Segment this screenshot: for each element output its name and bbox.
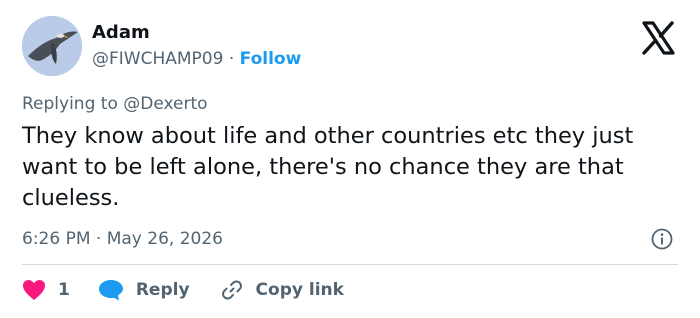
reply-label: Reply (135, 280, 190, 300)
author-handle-line: @FIWCHAMP09 · Follow (92, 49, 301, 69)
speech-bubble-icon (98, 280, 123, 301)
handle-separator: · (228, 49, 235, 69)
author-handle[interactable]: @FIWCHAMP09 (92, 49, 223, 69)
like-button[interactable]: 1 (22, 279, 70, 301)
tweet-text: They know about life and other countries… (22, 123, 634, 211)
heart-icon (23, 280, 45, 300)
reply-context: Replying to @Dexerto (22, 94, 208, 114)
author-name[interactable]: Adam (92, 22, 150, 43)
like-count: 1 (58, 280, 70, 300)
tweet-timestamp[interactable]: 6:26 PM · May 26, 2026 (22, 229, 223, 249)
avatar[interactable] (22, 16, 82, 76)
reply-button[interactable]: Reply (98, 279, 190, 301)
copy-link-label: Copy link (255, 280, 344, 300)
link-icon (221, 280, 242, 300)
copy-link-button[interactable]: Copy link (220, 278, 344, 302)
info-icon[interactable] (651, 228, 673, 250)
reply-context-mention[interactable]: @Dexerto (123, 94, 207, 114)
action-bar: 1 Reply Copy link (22, 278, 344, 302)
reply-context-prefix: Replying to (22, 94, 118, 114)
divider (22, 264, 678, 265)
x-logo-icon[interactable] (638, 18, 678, 58)
follow-button[interactable]: Follow (240, 49, 302, 69)
bird-avatar-icon (22, 16, 82, 76)
